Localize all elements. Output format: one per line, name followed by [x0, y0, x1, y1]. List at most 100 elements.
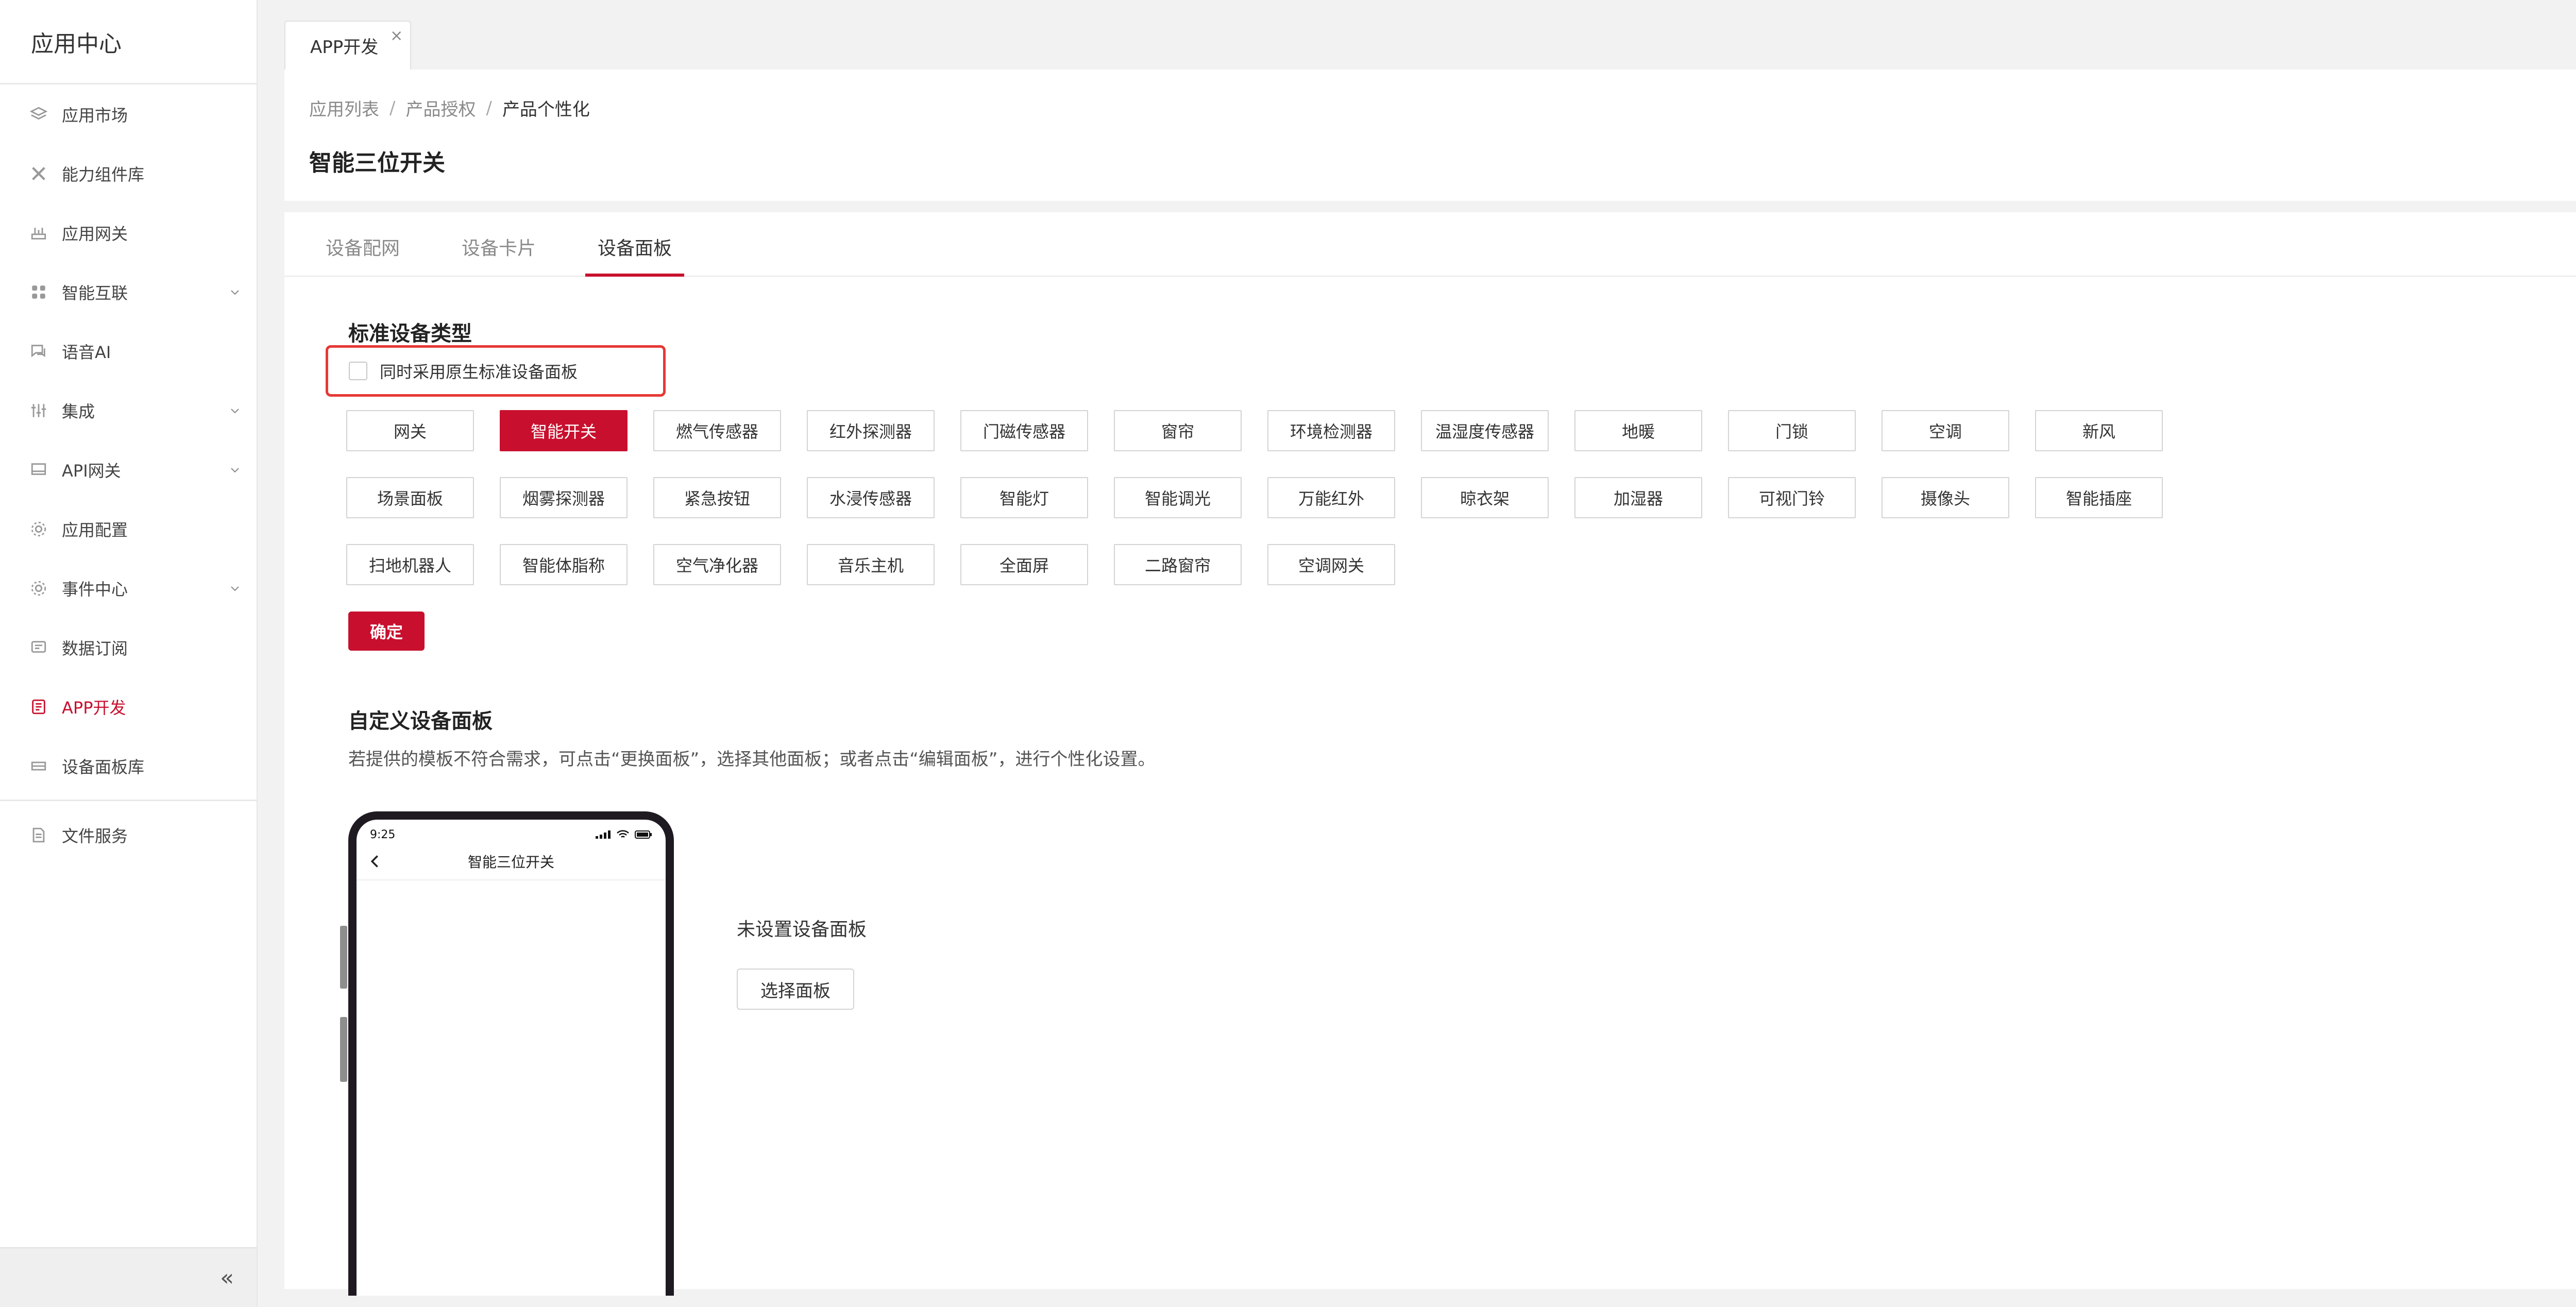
chevron-down-icon	[231, 467, 239, 472]
page-tab-app-dev[interactable]: APP开发 ×	[284, 21, 412, 70]
device-type-button[interactable]: 智能开关	[500, 410, 628, 451]
panel-unset-label: 未设置设备面板	[737, 919, 867, 940]
sidebar-item-label: 设备面板库	[62, 757, 145, 777]
sidebar-title: 应用中心	[0, 0, 257, 84]
device-type-button[interactable]: 场景面板	[346, 477, 474, 518]
device-type-button[interactable]: 可视门铃	[1728, 477, 1856, 518]
breadcrumb: 应用列表 / 产品授权 / 产品个性化	[309, 95, 2576, 121]
sidebar-item-app-dev[interactable]: APP开发	[0, 677, 257, 736]
sidebar-item-data-subscription[interactable]: 数据订阅	[0, 618, 257, 677]
confirm-button[interactable]: 确定	[348, 612, 425, 651]
sidebar-item-app-gateway[interactable]: 应用网关	[0, 203, 257, 262]
device-type-button[interactable]: 环境检测器	[1267, 410, 1395, 451]
device-type-button[interactable]: 新风	[2035, 410, 2163, 451]
sidebar-item-app-market[interactable]: 应用市场	[0, 84, 257, 144]
breadcrumb-separator: /	[486, 97, 492, 118]
sidebar-item-app-config[interactable]: 应用配置	[0, 499, 257, 558]
device-type-grid: 网关 智能开关 燃气传感器 红外探测器 门磁传感器 窗帘 环境检测器 温湿度传感器 地暖 门锁 空调…	[346, 410, 2163, 585]
signal-icon	[596, 830, 611, 839]
gear-alt-icon	[30, 580, 47, 597]
api-gateway-icon	[30, 461, 47, 479]
content-card: 设备配网 设备卡片 设备面板 标准设备类型 同时采用原生标准设备面板 网关 智能开…	[284, 212, 2576, 1296]
gear-icon	[30, 520, 47, 538]
close-icon[interactable]: ×	[390, 27, 403, 45]
native-panel-checkbox[interactable]	[349, 362, 367, 380]
native-panel-checkbox-label: 同时采用原生标准设备面板	[380, 362, 578, 382]
tab-device-panel[interactable]: 设备面板	[585, 233, 685, 277]
device-type-button[interactable]: 全面屏	[960, 544, 1088, 585]
device-type-button[interactable]: 摄像头	[1882, 477, 2009, 518]
device-type-button[interactable]: 燃气传感器	[653, 410, 781, 451]
sidebar-item-event-center[interactable]: 事件中心	[0, 558, 257, 618]
sidebar-item-label: 文件服务	[62, 826, 128, 846]
back-arrow-icon[interactable]	[368, 854, 382, 869]
device-type-button[interactable]: 网关	[346, 410, 474, 451]
sidebar-item-label: 语音AI	[62, 342, 111, 362]
subscription-icon	[30, 639, 47, 656]
device-type-button[interactable]: 空调网关	[1267, 544, 1395, 585]
page-tab-bar: APP开发 ×	[284, 21, 412, 70]
sidebar-item-integration[interactable]: 集成	[0, 381, 257, 440]
sidebar-item-label: 事件中心	[62, 579, 128, 599]
device-type-button[interactable]: 扫地机器人	[346, 544, 474, 585]
sidebar-menu-secondary: 文件服务	[0, 805, 257, 864]
device-type-button[interactable]: 智能灯	[960, 477, 1088, 518]
sidebar-item-voice-ai[interactable]: 语音AI	[0, 321, 257, 381]
page-tab-label: APP开发	[310, 37, 379, 58]
device-type-button[interactable]: 窗帘	[1114, 410, 1242, 451]
device-type-button[interactable]: 智能插座	[2035, 477, 2163, 518]
device-type-button[interactable]: 智能体脂称	[500, 544, 628, 585]
sidebar-item-file-service[interactable]: 文件服务	[0, 805, 257, 864]
sidebar-item-label: 集成	[62, 401, 95, 421]
phone-nav-bar: 智能三位开关	[357, 843, 666, 880]
page-header: 应用列表 / 产品授权 / 产品个性化 智能三位开关	[284, 70, 2576, 201]
sidebar-item-label: 能力组件库	[62, 164, 145, 184]
app-dev-icon	[30, 698, 47, 716]
breadcrumb-item-current: 产品个性化	[502, 99, 590, 120]
native-panel-option[interactable]: 同时采用原生标准设备面板	[326, 345, 666, 397]
sidebar-item-label: 数据订阅	[62, 638, 128, 658]
device-type-button[interactable]: 加湿器	[1574, 477, 1702, 518]
breadcrumb-item-product-auth[interactable]: 产品授权	[405, 95, 476, 121]
select-panel-button[interactable]: 选择面板	[737, 969, 854, 1010]
double-chevron-left-icon: «	[220, 1264, 234, 1291]
phone-nav-title: 智能三位开关	[467, 854, 554, 871]
wifi-icon	[617, 830, 629, 838]
phone-time: 9:25	[370, 828, 396, 841]
sidebar-collapse-button[interactable]: «	[0, 1247, 257, 1307]
sidebar-item-smart-connect[interactable]: 智能互联	[0, 262, 257, 321]
sidebar-item-label: 智能互联	[62, 283, 128, 303]
device-type-button[interactable]: 智能调光	[1114, 477, 1242, 518]
device-type-button[interactable]: 红外探测器	[807, 410, 935, 451]
breadcrumb-item-app-list[interactable]: 应用列表	[309, 95, 379, 121]
chat-icon	[30, 343, 47, 360]
chevron-down-icon	[231, 586, 239, 591]
chevron-down-icon	[231, 408, 239, 413]
device-type-button[interactable]: 二路窗帘	[1114, 544, 1242, 585]
device-type-button[interactable]: 温湿度传感器	[1421, 410, 1549, 451]
custom-panel-title: 自定义设备面板	[348, 709, 493, 733]
device-type-button[interactable]: 门磁传感器	[960, 410, 1088, 451]
sidebar-item-label: APP开发	[62, 698, 126, 718]
device-type-button[interactable]: 紧急按钮	[653, 477, 781, 518]
sidebar-item-component-library[interactable]: 能力组件库	[0, 144, 257, 203]
device-type-button[interactable]: 地暖	[1574, 410, 1702, 451]
breadcrumb-separator: /	[389, 97, 396, 118]
device-type-button[interactable]: 门锁	[1728, 410, 1856, 451]
layers-icon	[30, 106, 47, 123]
sidebar-item-api-gateway[interactable]: API网关	[0, 440, 257, 499]
chevron-down-icon	[231, 290, 239, 295]
sidebar-item-label: 应用网关	[62, 224, 128, 244]
device-type-button[interactable]: 音乐主机	[807, 544, 935, 585]
tab-device-card[interactable]: 设备卡片	[449, 233, 548, 276]
device-type-button[interactable]: 空气净化器	[653, 544, 781, 585]
tab-device-network[interactable]: 设备配网	[313, 233, 412, 276]
device-type-button[interactable]: 晾衣架	[1421, 477, 1549, 518]
device-type-button[interactable]: 万能红外	[1267, 477, 1395, 518]
device-type-button[interactable]: 水浸传感器	[807, 477, 935, 518]
battery-icon	[635, 830, 652, 839]
device-type-button[interactable]: 烟雾探测器	[500, 477, 628, 518]
page-title: 智能三位开关	[309, 150, 445, 176]
device-type-button[interactable]: 空调	[1882, 410, 2009, 451]
sidebar-item-device-panel-library[interactable]: 设备面板库	[0, 736, 257, 795]
